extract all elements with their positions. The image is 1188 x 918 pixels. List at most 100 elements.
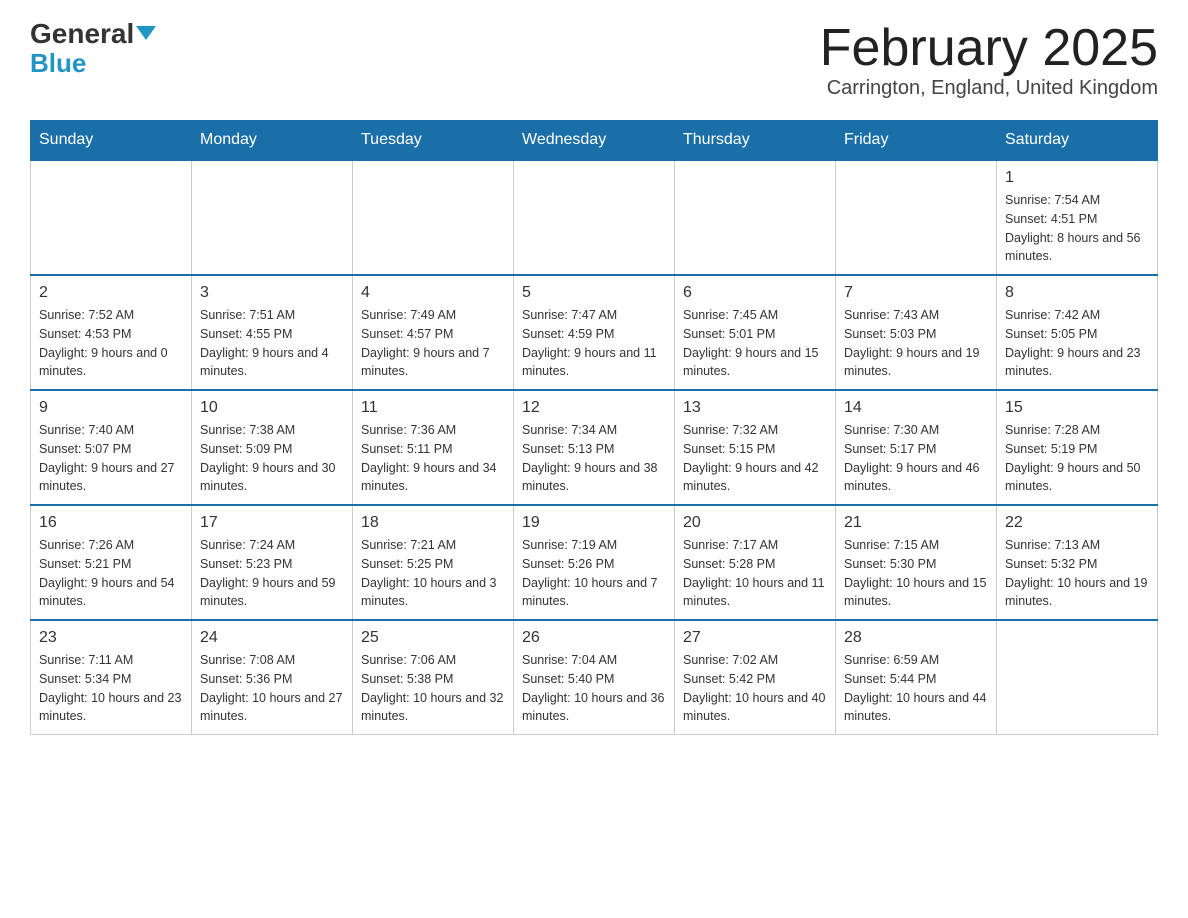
day-number: 1 xyxy=(1005,169,1149,187)
day-number: 18 xyxy=(361,514,505,532)
day-number: 3 xyxy=(200,284,344,302)
day-info: Sunrise: 7:17 AMSunset: 5:28 PMDaylight:… xyxy=(683,536,827,611)
calendar-cell: 1 Sunrise: 7:54 AMSunset: 4:51 PMDaylight… xyxy=(997,160,1158,275)
calendar-cell: 9 Sunrise: 7:40 AMSunset: 5:07 PMDaylight… xyxy=(31,390,192,505)
calendar-cell: 11Sunrise: 7:36 AMSunset: 5:11 PMDayligh… xyxy=(353,390,514,505)
day-number: 17 xyxy=(200,514,344,532)
day-info: Sunrise: 7:54 AMSunset: 4:51 PMDaylight:… xyxy=(1005,191,1149,266)
calendar-cell xyxy=(353,160,514,275)
calendar-cell: 16Sunrise: 7:26 AMSunset: 5:21 PMDayligh… xyxy=(31,505,192,620)
day-info: Sunrise: 7:52 AMSunset: 4:53 PMDaylight:… xyxy=(39,306,183,381)
header-thursday: Thursday xyxy=(675,121,836,161)
day-info: Sunrise: 7:43 AMSunset: 5:03 PMDaylight:… xyxy=(844,306,988,381)
day-info: Sunrise: 6:59 AMSunset: 5:44 PMDaylight:… xyxy=(844,651,988,726)
day-number: 2 xyxy=(39,284,183,302)
header-tuesday: Tuesday xyxy=(353,121,514,161)
calendar-cell: 23 Sunrise: 7:11 AMSunset: 5:34 PMDayligh… xyxy=(31,620,192,735)
day-info: Sunrise: 7:45 AMSunset: 5:01 PMDaylight:… xyxy=(683,306,827,381)
day-number: 26 xyxy=(522,629,666,647)
calendar-cell: 4 Sunrise: 7:49 AMSunset: 4:57 PMDaylight… xyxy=(353,275,514,390)
day-info: Sunrise: 7:15 AMSunset: 5:30 PMDaylight:… xyxy=(844,536,988,611)
header-saturday: Saturday xyxy=(997,121,1158,161)
logo: General Blue xyxy=(30,20,156,79)
calendar-cell: 5 Sunrise: 7:47 AMSunset: 4:59 PMDaylight… xyxy=(514,275,675,390)
calendar-cell xyxy=(192,160,353,275)
day-info: Sunrise: 7:04 AMSunset: 5:40 PMDaylight:… xyxy=(522,651,666,726)
day-info: Sunrise: 7:08 AMSunset: 5:36 PMDaylight:… xyxy=(200,651,344,726)
day-info: Sunrise: 7:06 AMSunset: 5:38 PMDaylight:… xyxy=(361,651,505,726)
calendar-cell: 7 Sunrise: 7:43 AMSunset: 5:03 PMDaylight… xyxy=(836,275,997,390)
day-info: Sunrise: 7:40 AMSunset: 5:07 PMDaylight:… xyxy=(39,421,183,496)
day-number: 4 xyxy=(361,284,505,302)
day-info: Sunrise: 7:30 AMSunset: 5:17 PMDaylight:… xyxy=(844,421,988,496)
page-header: General Blue February 2025 Carrington, E… xyxy=(30,20,1158,100)
title-block: February 2025 Carrington, England, Unite… xyxy=(820,20,1158,100)
day-info: Sunrise: 7:49 AMSunset: 4:57 PMDaylight:… xyxy=(361,306,505,381)
calendar-cell: 19 Sunrise: 7:19 AMSunset: 5:26 PMDayligh… xyxy=(514,505,675,620)
day-number: 25 xyxy=(361,629,505,647)
calendar-cell xyxy=(836,160,997,275)
day-number: 9 xyxy=(39,399,183,417)
day-number: 27 xyxy=(683,629,827,647)
day-number: 10 xyxy=(200,399,344,417)
calendar-cell: 25 Sunrise: 7:06 AMSunset: 5:38 PMDayligh… xyxy=(353,620,514,735)
day-number: 6 xyxy=(683,284,827,302)
logo-text1: General xyxy=(30,20,134,48)
day-number: 20 xyxy=(683,514,827,532)
logo-arrow-icon xyxy=(136,26,156,40)
day-info: Sunrise: 7:32 AMSunset: 5:15 PMDaylight:… xyxy=(683,421,827,496)
day-info: Sunrise: 7:51 AMSunset: 4:55 PMDaylight:… xyxy=(200,306,344,381)
day-info: Sunrise: 7:47 AMSunset: 4:59 PMDaylight:… xyxy=(522,306,666,381)
day-number: 23 xyxy=(39,629,183,647)
day-number: 28 xyxy=(844,629,988,647)
day-number: 24 xyxy=(200,629,344,647)
day-info: Sunrise: 7:13 AMSunset: 5:32 PMDaylight:… xyxy=(1005,536,1149,611)
day-info: Sunrise: 7:11 AMSunset: 5:34 PMDaylight:… xyxy=(39,651,183,726)
calendar-cell: 26 Sunrise: 7:04 AMSunset: 5:40 PMDayligh… xyxy=(514,620,675,735)
day-number: 7 xyxy=(844,284,988,302)
calendar-cell: 20 Sunrise: 7:17 AMSunset: 5:28 PMDayligh… xyxy=(675,505,836,620)
month-title: February 2025 xyxy=(820,20,1158,77)
calendar-cell: 3 Sunrise: 7:51 AMSunset: 4:55 PMDaylight… xyxy=(192,275,353,390)
calendar-cell: 28 Sunrise: 6:59 AMSunset: 5:44 PMDayligh… xyxy=(836,620,997,735)
logo-text2: Blue xyxy=(30,48,86,79)
day-info: Sunrise: 7:19 AMSunset: 5:26 PMDaylight:… xyxy=(522,536,666,611)
day-number: 16 xyxy=(39,514,183,532)
calendar-cell: 2 Sunrise: 7:52 AMSunset: 4:53 PMDaylight… xyxy=(31,275,192,390)
day-number: 13 xyxy=(683,399,827,417)
calendar-cell: 24 Sunrise: 7:08 AMSunset: 5:36 PMDayligh… xyxy=(192,620,353,735)
day-info: Sunrise: 7:34 AMSunset: 5:13 PMDaylight:… xyxy=(522,421,666,496)
calendar-cell xyxy=(997,620,1158,735)
day-info: Sunrise: 7:38 AMSunset: 5:09 PMDaylight:… xyxy=(200,421,344,496)
calendar-cell: 17Sunrise: 7:24 AMSunset: 5:23 PMDayligh… xyxy=(192,505,353,620)
calendar-week-row: 1 Sunrise: 7:54 AMSunset: 4:51 PMDaylight… xyxy=(31,160,1158,275)
weekday-header-row: Sunday Monday Tuesday Wednesday Thursday… xyxy=(31,121,1158,161)
day-number: 8 xyxy=(1005,284,1149,302)
day-info: Sunrise: 7:28 AMSunset: 5:19 PMDaylight:… xyxy=(1005,421,1149,496)
day-number: 19 xyxy=(522,514,666,532)
calendar-cell: 10 Sunrise: 7:38 AMSunset: 5:09 PMDayligh… xyxy=(192,390,353,505)
calendar-cell: 22 Sunrise: 7:13 AMSunset: 5:32 PMDayligh… xyxy=(997,505,1158,620)
day-number: 5 xyxy=(522,284,666,302)
calendar-cell xyxy=(514,160,675,275)
calendar-cell: 12 Sunrise: 7:34 AMSunset: 5:13 PMDayligh… xyxy=(514,390,675,505)
day-info: Sunrise: 7:42 AMSunset: 5:05 PMDaylight:… xyxy=(1005,306,1149,381)
calendar-cell: 8 Sunrise: 7:42 AMSunset: 5:05 PMDaylight… xyxy=(997,275,1158,390)
calendar-cell: 14Sunrise: 7:30 AMSunset: 5:17 PMDayligh… xyxy=(836,390,997,505)
calendar-cell xyxy=(675,160,836,275)
header-sunday: Sunday xyxy=(31,121,192,161)
calendar-week-row: 16Sunrise: 7:26 AMSunset: 5:21 PMDayligh… xyxy=(31,505,1158,620)
calendar-cell: 13 Sunrise: 7:32 AMSunset: 5:15 PMDayligh… xyxy=(675,390,836,505)
header-monday: Monday xyxy=(192,121,353,161)
day-number: 12 xyxy=(522,399,666,417)
calendar-cell: 21 Sunrise: 7:15 AMSunset: 5:30 PMDayligh… xyxy=(836,505,997,620)
day-info: Sunrise: 7:02 AMSunset: 5:42 PMDaylight:… xyxy=(683,651,827,726)
day-number: 15 xyxy=(1005,399,1149,417)
day-number: 21 xyxy=(844,514,988,532)
day-number: 22 xyxy=(1005,514,1149,532)
header-wednesday: Wednesday xyxy=(514,121,675,161)
calendar-cell xyxy=(31,160,192,275)
calendar: Sunday Monday Tuesday Wednesday Thursday… xyxy=(30,120,1158,735)
calendar-cell: 27 Sunrise: 7:02 AMSunset: 5:42 PMDayligh… xyxy=(675,620,836,735)
day-number: 11 xyxy=(361,399,505,417)
